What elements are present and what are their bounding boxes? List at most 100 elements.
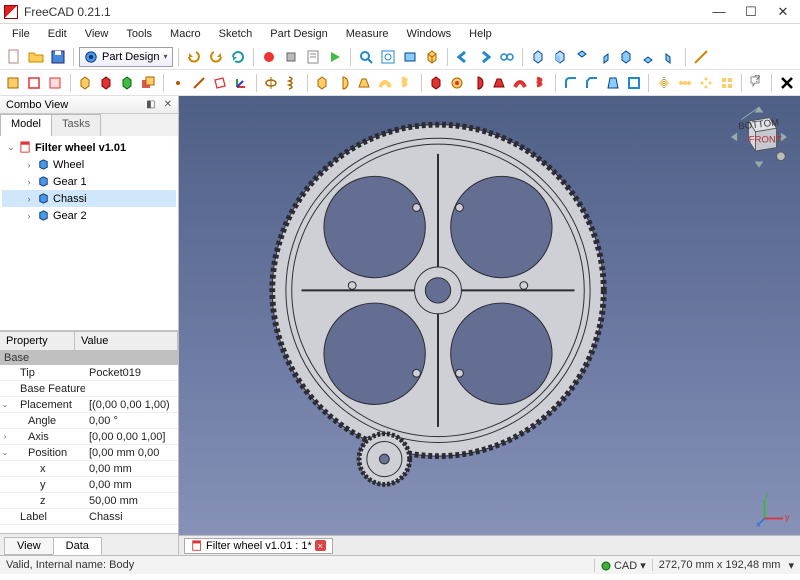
menu-partdesign[interactable]: Part Design [262,26,335,42]
chevron-right-icon[interactable]: › [24,160,34,170]
menu-help[interactable]: Help [461,26,500,42]
property-value[interactable]: Pocket019 [85,367,178,379]
linear-pattern-icon[interactable] [675,73,694,93]
chevron-right-icon[interactable]: › [0,432,10,441]
chevron-down-icon[interactable]: ⌄ [6,142,16,153]
nav-fwd-icon[interactable] [475,47,495,67]
datum-point-icon[interactable] [169,73,188,93]
property-row[interactable]: z50,00 mm [0,493,178,509]
redo-icon[interactable] [206,47,226,67]
thickness-icon[interactable] [624,73,643,93]
panel-close-icon[interactable]: ✕ [164,99,172,110]
open-file-icon[interactable] [26,47,46,67]
helix-sub-icon[interactable] [531,73,550,93]
property-row[interactable]: ⌄Placement[(0,00 0,00 1,00) [0,397,178,413]
status-dimensions[interactable]: 272,70 mm x 192,48 mm [652,559,787,571]
property-value[interactable]: Chassi [85,511,178,523]
overflow-icon[interactable] [777,73,796,93]
tree-item-gear2[interactable]: › Gear 2 [2,207,176,224]
zoom-all-icon[interactable] [378,47,398,67]
view-front-icon[interactable] [550,47,570,67]
save-file-icon[interactable] [48,47,68,67]
sketch-edit-icon[interactable] [46,73,65,93]
tree-item-gear1[interactable]: › Gear 1 [2,173,176,190]
property-value[interactable]: 0,00 ° [85,415,178,427]
tab-data[interactable]: Data [53,537,102,555]
body-create-icon[interactable] [4,73,23,93]
draft-icon[interactable] [603,73,622,93]
pocket-sub-icon[interactable] [426,73,445,93]
workbench-selector[interactable]: Part Design ▾ [79,47,173,67]
tree-root[interactable]: ⌄ Filter wheel v1.01 [2,139,176,156]
tab-close-icon[interactable]: × [315,540,326,551]
chevron-down-icon[interactable]: ⌄ [0,448,10,457]
draw-style-icon[interactable] [400,47,420,67]
menu-view[interactable]: View [77,26,117,42]
pocket-icon[interactable] [97,73,116,93]
chamfer-icon[interactable] [582,73,601,93]
pad-icon[interactable] [76,73,95,93]
whatsthis-icon[interactable]: ? [747,73,766,93]
property-row[interactable]: Base Feature [0,381,178,397]
polar-pattern-icon[interactable] [696,73,715,93]
menu-tools[interactable]: Tools [118,26,160,42]
fillet-icon[interactable] [561,73,580,93]
property-row[interactable]: TipPocket019 [0,365,178,381]
model-tree[interactable]: ⌄ Filter wheel v1.01 › Wheel › Gear 1 › … [0,136,178,331]
menu-file[interactable]: File [4,26,38,42]
sync-icon[interactable] [497,47,517,67]
property-value[interactable]: 50,00 mm [85,495,178,507]
sketch-create-icon[interactable] [25,73,44,93]
minimize-button[interactable]: — [712,5,726,19]
property-value[interactable]: [0,00 0,00 1,00] [85,431,178,443]
property-value[interactable]: 0,00 mm [85,463,178,475]
datum-line-icon[interactable] [190,73,209,93]
undo-icon[interactable] [184,47,204,67]
menu-windows[interactable]: Windows [399,26,460,42]
property-row[interactable]: y0,00 mm [0,477,178,493]
measure-icon[interactable] [691,47,711,67]
sweep-add-icon[interactable] [376,73,395,93]
revolution-icon[interactable] [334,73,353,93]
revolve-icon[interactable] [262,73,281,93]
datum-plane-icon[interactable] [211,73,230,93]
zoom-fit-icon[interactable] [356,47,376,67]
view-left-icon[interactable] [660,47,680,67]
refresh-icon[interactable] [228,47,248,67]
chevron-right-icon[interactable]: › [24,211,34,221]
property-row[interactable]: x0,00 mm [0,461,178,477]
groove-icon[interactable] [468,73,487,93]
new-file-icon[interactable] [4,47,24,67]
view-cube-icon[interactable] [422,47,442,67]
datum-cs-icon[interactable] [232,73,251,93]
navcube-face-front[interactable]: FRONT [749,134,782,145]
chevron-right-icon[interactable]: › [24,194,34,204]
property-row[interactable]: Angle0,00 ° [0,413,178,429]
helix-icon[interactable] [283,73,302,93]
macro-list-icon[interactable] [303,47,323,67]
tab-view[interactable]: View [4,537,54,555]
menu-edit[interactable]: Edit [40,26,75,42]
property-row[interactable]: LabelChassi [0,509,178,525]
helix-add-icon[interactable] [397,73,416,93]
multitransform-icon[interactable] [717,73,736,93]
property-value[interactable]: 0,00 mm [85,479,178,491]
maximize-button[interactable]: ☐ [744,5,758,19]
view-bottom-icon[interactable] [638,47,658,67]
menu-measure[interactable]: Measure [338,26,397,42]
macro-record-icon[interactable] [259,47,279,67]
chevron-down-icon[interactable]: ⌄ [0,400,10,409]
view-rear-icon[interactable] [616,47,636,67]
tree-item-chassi[interactable]: › Chassi [2,190,176,207]
status-navigation-button[interactable]: CAD ▾ [594,559,652,572]
document-tab[interactable]: Filter wheel v1.01 : 1* × [184,538,333,554]
navigation-cube[interactable]: BOTTOM FRONT [724,102,794,172]
shape-binder-icon[interactable] [118,73,137,93]
macro-play-icon[interactable] [325,47,345,67]
clone-icon[interactable] [139,73,158,93]
nav-back-icon[interactable] [453,47,473,67]
loft-sub-icon[interactable] [489,73,508,93]
loft-add-icon[interactable] [355,73,374,93]
view-top-icon[interactable] [572,47,592,67]
mirror-icon[interactable] [654,73,673,93]
